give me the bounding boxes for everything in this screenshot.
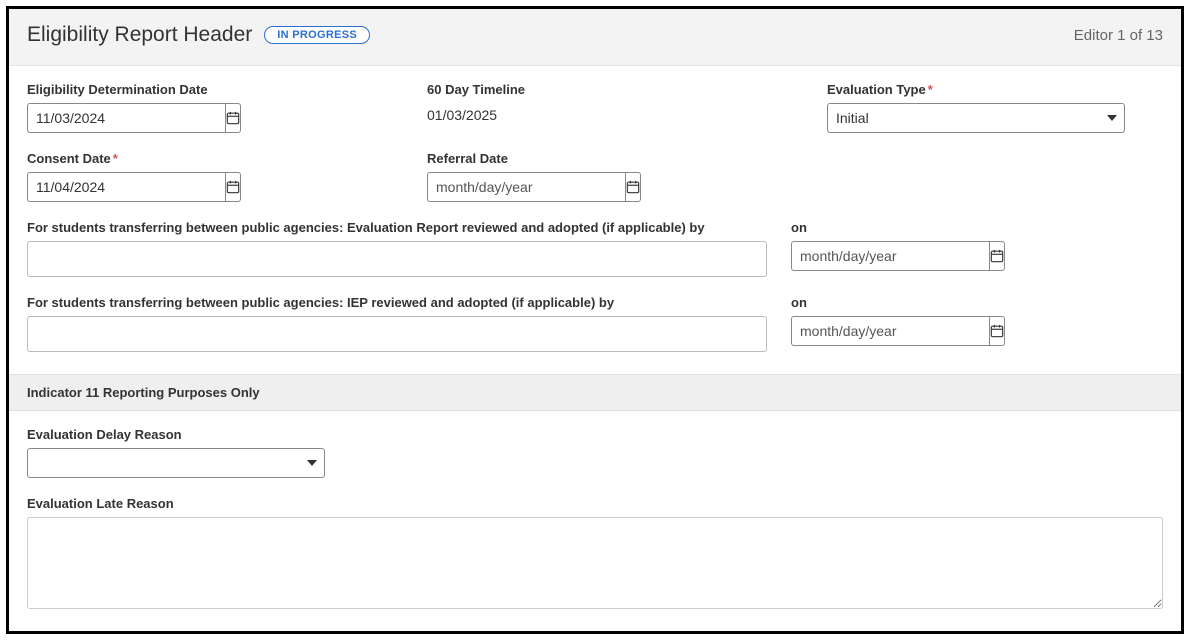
required-star: *	[928, 82, 933, 97]
calendar-icon[interactable]	[989, 241, 1005, 271]
required-star: *	[113, 151, 118, 166]
transfer-iep-on-input[interactable]	[791, 316, 989, 346]
eval-type-label: Evaluation Type*	[827, 82, 1163, 97]
delay-reason-select[interactable]	[27, 448, 325, 478]
section-title: Indicator 11 Reporting Purposes Only	[9, 374, 1181, 411]
page-title: Eligibility Report Header	[27, 23, 252, 47]
eval-type-select[interactable]	[827, 103, 1125, 133]
transfer-iep-input[interactable]	[27, 316, 767, 352]
transfer-eval-label: For students transferring between public…	[27, 220, 767, 235]
transfer-iep-on-label: on	[791, 295, 1163, 310]
calendar-icon[interactable]	[225, 103, 241, 133]
editor-count: Editor 1 of 13	[1074, 27, 1163, 44]
transfer-eval-input[interactable]	[27, 241, 767, 277]
timeline-value: 01/03/2025	[427, 103, 803, 127]
referral-date-label: Referral Date	[427, 151, 803, 166]
referral-date-input[interactable]	[427, 172, 625, 202]
eligibility-date-label: Eligibility Determination Date	[27, 82, 403, 97]
status-badge: IN PROGRESS	[264, 26, 370, 44]
transfer-eval-on-label: on	[791, 220, 1163, 235]
calendar-icon[interactable]	[989, 316, 1005, 346]
delay-reason-label: Evaluation Delay Reason	[27, 427, 325, 442]
consent-date-label: Consent Date*	[27, 151, 403, 166]
late-reason-label: Evaluation Late Reason	[27, 496, 1163, 511]
eligibility-date-input[interactable]	[27, 103, 225, 133]
transfer-eval-on-input[interactable]	[791, 241, 989, 271]
consent-date-input[interactable]	[27, 172, 225, 202]
late-reason-textarea[interactable]	[27, 517, 1163, 609]
timeline-label: 60 Day Timeline	[427, 82, 803, 97]
calendar-icon[interactable]	[625, 172, 641, 202]
transfer-iep-label: For students transferring between public…	[27, 295, 767, 310]
calendar-icon[interactable]	[225, 172, 241, 202]
